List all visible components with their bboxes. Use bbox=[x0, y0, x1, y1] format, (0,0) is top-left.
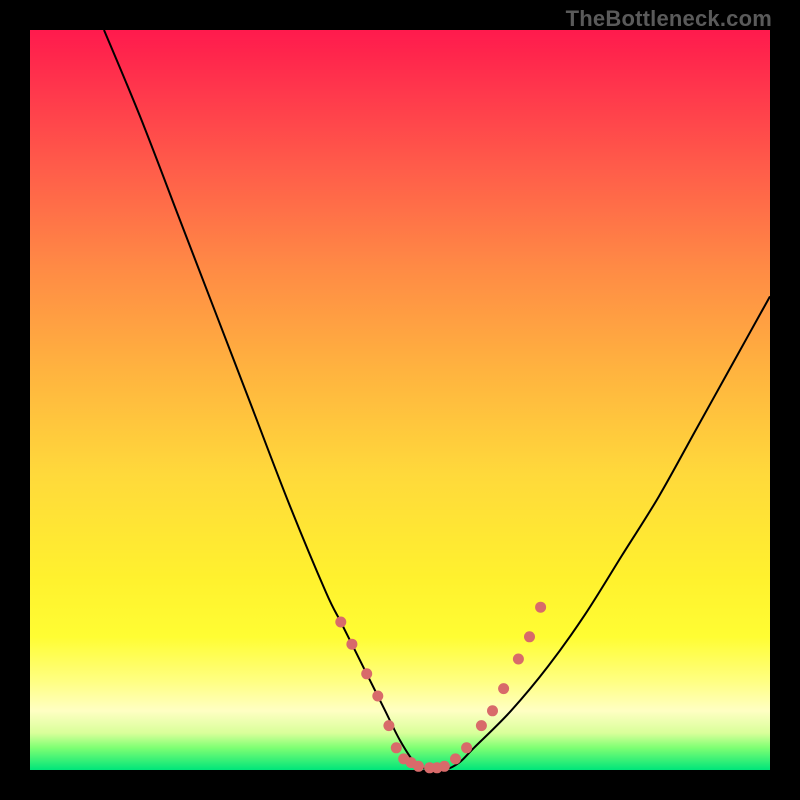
highlight-dot bbox=[524, 631, 535, 642]
highlight-dot bbox=[372, 691, 383, 702]
highlight-dot bbox=[439, 761, 450, 772]
bottleneck-curve bbox=[104, 30, 770, 771]
highlight-dot bbox=[383, 720, 394, 731]
highlight-dot bbox=[361, 668, 372, 679]
chart-gradient-area bbox=[30, 30, 770, 770]
highlight-dot bbox=[487, 705, 498, 716]
highlight-dot bbox=[346, 639, 357, 650]
highlight-dot bbox=[391, 742, 402, 753]
highlight-dot bbox=[335, 617, 346, 628]
highlight-dot bbox=[535, 602, 546, 613]
highlight-dot bbox=[413, 761, 424, 772]
highlight-dot bbox=[476, 720, 487, 731]
chart-svg bbox=[30, 30, 770, 770]
highlight-dot bbox=[513, 654, 524, 665]
highlight-dots-group bbox=[335, 602, 546, 774]
watermark-text: TheBottleneck.com bbox=[566, 6, 772, 32]
highlight-dot bbox=[498, 683, 509, 694]
highlight-dot bbox=[461, 742, 472, 753]
highlight-dot bbox=[450, 753, 461, 764]
